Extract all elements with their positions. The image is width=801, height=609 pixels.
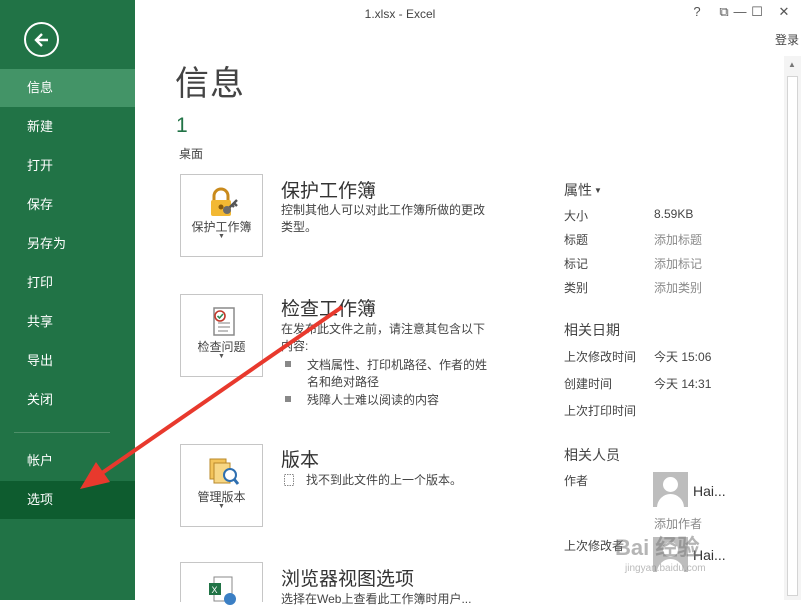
author-label: 作者 (564, 474, 589, 488)
scroll-up-arrow-icon[interactable]: ▲ (788, 60, 796, 69)
vertical-scrollbar[interactable]: ▲ (784, 56, 801, 600)
inspect-section-title: 检查工作簿 (281, 299, 377, 320)
prop-size-value: 8.59KB (654, 207, 694, 221)
help-button[interactable]: ? (687, 4, 707, 19)
protect-workbook-button[interactable]: 保护工作簿 ▼ (180, 174, 263, 257)
last-modified-value: 今天 15:06 (654, 350, 712, 364)
watermark-url: jingyan.baidu.com (625, 563, 706, 574)
prop-label: 标记 (564, 257, 589, 271)
document-location: 桌面 (179, 147, 204, 161)
nav-info[interactable]: 信息 (0, 69, 135, 107)
maximize-button[interactable]: ☐ (747, 4, 767, 20)
document-name: 1 (176, 114, 188, 137)
versions-section-title: 版本 (281, 450, 320, 471)
nav-save[interactable]: 保存 (0, 186, 135, 224)
bullet-square-icon (285, 396, 291, 402)
excel-browser-icon: X (209, 576, 236, 605)
protect-section-title: 保护工作簿 (281, 181, 377, 202)
browser-section-title: 浏览器视图选项 (281, 569, 415, 590)
nav-new[interactable]: 新建 (0, 108, 135, 146)
page-title: 信息 (175, 65, 245, 103)
related-people-header: 相关人员 (564, 447, 620, 463)
add-title-field[interactable]: 添加标题 (654, 231, 702, 248)
properties-header: 属性 (564, 182, 592, 198)
back-button[interactable] (24, 22, 59, 57)
svg-text:X: X (212, 585, 218, 595)
prop-label: 标题 (564, 233, 589, 247)
bullet-square-icon (285, 361, 291, 367)
close-window-button[interactable]: ✕ (774, 4, 794, 20)
nav-account[interactable]: 帐户 (0, 442, 135, 480)
backstage-sidebar: 信息 新建 打开 保存 另存为 打印 共享 导出 关闭 帐户 选项 (0, 0, 135, 600)
related-dates-header: 相关日期 (564, 322, 620, 338)
dropdown-caret-icon: ▼ (218, 503, 225, 510)
protect-section-desc: 控制其他人可以对此工作簿所做的更改类型。 (281, 203, 486, 234)
versions-section-desc: 找不到此文件的上一个版本。 (306, 473, 463, 487)
dropdown-caret-icon: ▼ (218, 233, 225, 240)
nav-close[interactable]: 关闭 (0, 381, 135, 419)
inspect-bullet: 残障人士难以阅读的内容 (285, 392, 495, 409)
inspect-document-icon (213, 307, 235, 336)
author-name[interactable]: Hai... (693, 483, 726, 499)
scroll-thumb[interactable] (787, 76, 798, 596)
check-issues-button[interactable]: 检查问题 ▼ (180, 294, 263, 377)
properties-dropdown[interactable]: 属性 ▼ (564, 180, 602, 200)
back-arrow-icon (33, 32, 48, 47)
nav-export[interactable]: 导出 (0, 342, 135, 380)
window-title: 1.xlsx - Excel (364, 7, 436, 21)
nav-options[interactable]: 选项 (0, 481, 135, 519)
sign-in-link[interactable]: 登录 (775, 31, 799, 48)
browser-view-options-button[interactable]: X (180, 562, 263, 605)
prop-label: 大小 (564, 209, 589, 223)
date-label: 上次修改时间 (564, 350, 637, 364)
lock-key-icon (211, 187, 238, 216)
nav-save-as[interactable]: 另存为 (0, 225, 135, 263)
avatar (653, 472, 688, 507)
inspect-bullet: 文档属性、打印机路径、作者的姓名和绝对路径 (285, 357, 495, 389)
nav-divider (14, 432, 110, 433)
add-category-field[interactable]: 添加类别 (654, 279, 702, 296)
nav-share[interactable]: 共享 (0, 303, 135, 341)
date-label: 创建时间 (564, 377, 613, 391)
nav-print[interactable]: 打印 (0, 264, 135, 302)
add-tags-field[interactable]: 添加标记 (654, 255, 702, 272)
manage-versions-icon (209, 458, 240, 485)
date-label: 上次打印时间 (564, 404, 637, 418)
chevron-down-icon: ▼ (594, 186, 602, 195)
nav-open[interactable]: 打开 (0, 147, 135, 185)
watermark-logo: Bai 经验 (615, 535, 700, 560)
created-value: 今天 14:31 (654, 377, 712, 391)
document-icon (284, 474, 294, 486)
inspect-section-desc: 在发布此文件之前，请注意其包含以下内容: (281, 322, 486, 353)
manage-versions-button[interactable]: 管理版本 ▼ (180, 444, 263, 527)
prop-label: 类别 (564, 281, 589, 295)
dropdown-caret-icon: ▼ (218, 353, 225, 360)
